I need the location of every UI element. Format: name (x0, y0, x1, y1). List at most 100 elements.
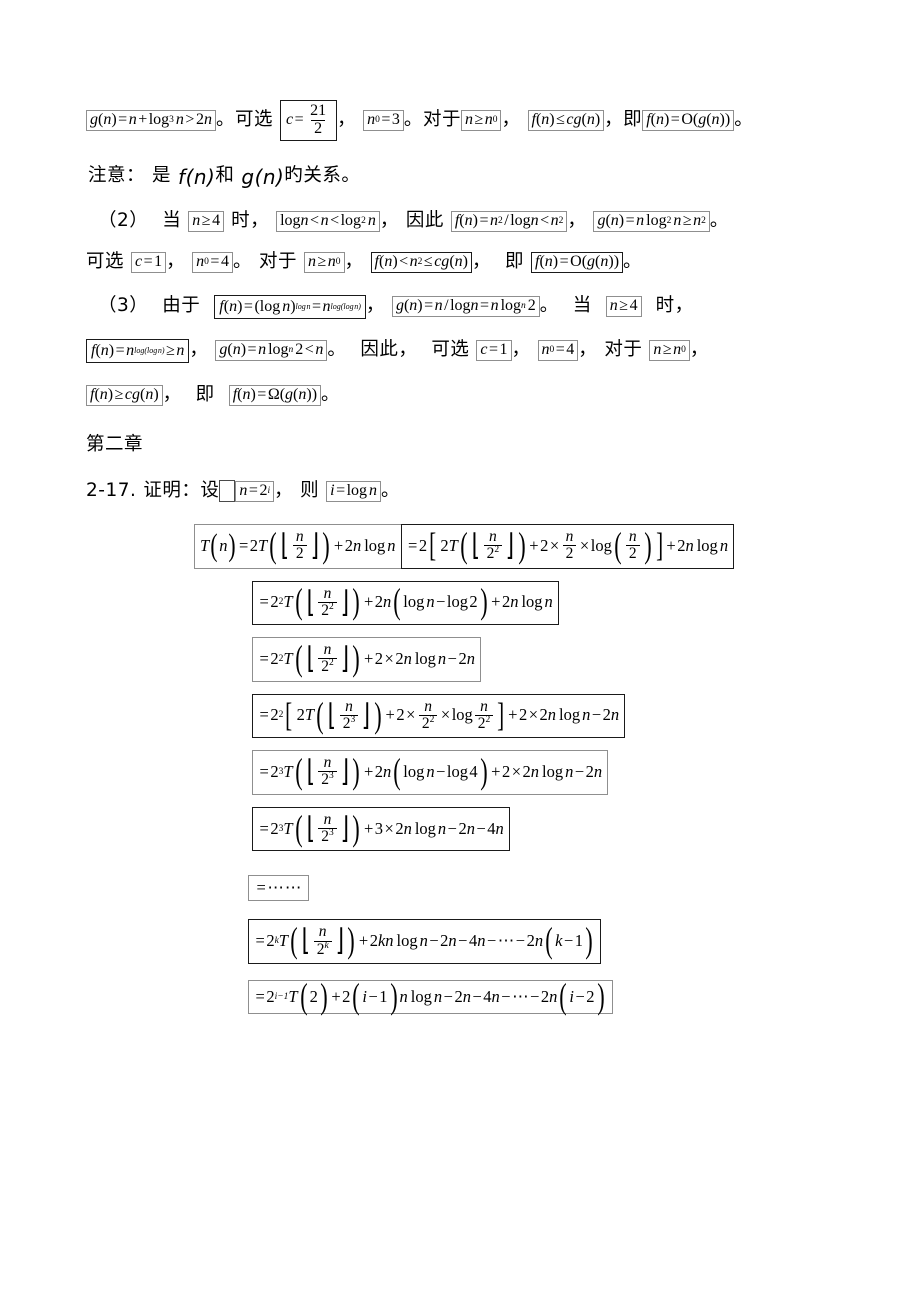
item2-comma-2: ， (567, 209, 587, 231)
equation-c-eq-1-a: c = 1 (131, 251, 167, 273)
equation-step-5: = 2 3 T(⌊ n 23 ⌋) +2 n(log n − log 4) +2 × 2 n log n −2 n (252, 750, 609, 795)
problem-text-ze: 则 (300, 479, 320, 501)
derivation-step-5: = 2 3 T(⌊ n 23 ⌋) +2 n(log n − log 4) +2 × 2 n log n −2 n (86, 750, 846, 795)
derivation-step-2: = 2 2 T(⌊ n 22 ⌋) +2 n(log n − log 2) +2 n log n (86, 580, 846, 626)
derivation-step-8: = 2 k T(⌊ n 2k ⌋) +2 kn log n −2 n −4 n − ⋯ −2 n(k −1) (86, 919, 846, 964)
derivation-step-4: = 2 2[2 T(⌊ n 23 ⌋) +2 × n 22 × log n 22] +2 × 2 n log n −2 n (86, 693, 846, 739)
chapter-heading-text: 第二章 (86, 433, 144, 455)
comma-2: ， (501, 109, 521, 131)
item2-period-2: 。 (232, 250, 252, 272)
equation-g-nlogn: g(n) = n / log n = n log n 2 (391, 296, 540, 318)
punctuation-period-2: 。 (403, 109, 423, 131)
problem-comma: ， (274, 479, 294, 501)
equation-g-nlog2n: g(n) = n log 2 n ≥ n 2 (593, 210, 710, 232)
item2-period-3: 。 (623, 250, 643, 272)
equation-step-1b: = 2[2 T(⌊ n 22 ⌋) +2 × n 2 × log(n 2)] +2 n log n (400, 524, 735, 569)
equation-big-o-1: f(n) = O(g(n)) (642, 109, 735, 131)
problem-label: 证明： (143, 479, 201, 501)
item2-text-dang: 当 (162, 209, 182, 231)
equation-step-4: = 2 2[2 T(⌊ n 23 ⌋) +2 × n 22 × log n 22] +2 × 2 n log n −2 n (252, 693, 626, 739)
derivation-step-9: = 2 i−1 T(2) +2(i −1) n log n −2 n −4 n − ⋯ −2 n(i −2) (86, 978, 846, 1014)
derivation-step-3: = 2 2 T(⌊ n 22 ⌋) +2 × 2 n log n −2 n (86, 637, 846, 682)
item2-text-yinci: 因此 (405, 209, 444, 231)
equation-f-loglog: f(n) = (log n) log n = n log(log n) (214, 294, 366, 319)
note-g-symbol: g(n) (241, 164, 285, 189)
item2-comma-3: ， (166, 250, 186, 272)
equation-step-9: = 2 i−1 T(2) +2(i −1) n log n −2 n −4 n − ⋯ −2 n(i −2) (248, 978, 613, 1014)
note-text-tail: 旳关系。 (284, 165, 361, 187)
item3-text-keyuan: 可选 (431, 339, 470, 361)
item2-comma-1: ， (379, 209, 399, 231)
item3-comma-3: ， (511, 339, 531, 361)
equation-c-value: c = 21 2 (279, 100, 338, 141)
item2-number: （2） (98, 209, 149, 231)
note-text-shi: 是 (152, 165, 172, 187)
problem-statement-line: 2-17. 证明： 设 n = 2 i ， 则 i = log n 。 (86, 479, 846, 503)
item3-text-dang: 当 (572, 295, 592, 317)
equation-step-6: = 2 3 T(⌊ n 23 ⌋) +3 × 2 n log n −2 n −4 n (252, 806, 510, 852)
equation-step-3: = 2 2 T(⌊ n 22 ⌋) +2 × 2 n log n −2 n (252, 637, 481, 682)
item3-line-3: f(n) ≥ cg(n) ， 即 f(n) = Ω(g(n)) 。 (86, 383, 846, 406)
item3-comma-6: ， (162, 383, 182, 405)
equation-n0-eq-4-a: n 0 = 4 (192, 251, 233, 273)
text-keyuan-1: 可选 (234, 109, 273, 131)
item2-comma-5: ， (471, 250, 491, 272)
derivation-step-6: = 2 3 T(⌊ n 23 ⌋) +3 × 2 n log n −2 n −4 n (86, 806, 846, 852)
item3-text-duiyu: 对于 (604, 339, 643, 361)
document-page: g(n) = n + log 3 n >2 n 。 可选 c = 21 2 ， n 0 = 3 。 对于 n… (0, 0, 920, 1302)
note-label: 注意： (88, 165, 146, 187)
text-duiyu-1: 对于 (422, 109, 461, 131)
item2-line-1: （2） 当 n ≥4 时， log n < n < log 2 n ， 因此 f(n) = n 2/l… (86, 209, 846, 232)
equation-f-ge-n: f(n) = n log(log n) ≥ n (86, 338, 190, 363)
equation-placeholder-box (219, 480, 236, 503)
equation-omega: f(n) = Ω(g(n)) (228, 384, 322, 406)
item2-text-keyuan: 可选 (86, 250, 125, 272)
equation-step-ellipsis: = ⋯⋯ (248, 875, 310, 902)
item3-line-2: f(n) = n log(log n) ≥ n ， g(n) = n log n 2 < n 。 因此，… (86, 338, 846, 363)
equation-n0-eq-4-b: n 0 = 4 (537, 340, 579, 362)
item2-text-ji: 即 (504, 250, 524, 272)
equation-f-ge-cg: f(n) ≥ cg(n) (86, 384, 163, 406)
item2-text-shi: 时， (231, 209, 270, 231)
equation-f-lt-n2-le-cg: f(n) < n 2 ≤ cg(n) (370, 251, 472, 273)
equation-n-ge-4-b: n ≥4 (605, 296, 642, 318)
note-line: 注意： 是 f(n) 和 g(n) 旳关系。 (86, 167, 846, 187)
item3-text-youyu: 由于 (162, 295, 201, 317)
equation-step-2: = 2 2 T(⌊ n 22 ⌋) +2 n(log n − log 2) +2 n log n (252, 580, 559, 626)
punctuation-period-1: 。 (215, 109, 235, 131)
item2-line-2: 可选 c = 1 ， n 0 = 4 。 对于 n ≥ n 0 ， f(n) < n 2 ≤ cg(n) … (86, 250, 846, 273)
item3-text-yinci: 因此， (360, 339, 418, 361)
item3-period-2: 。 (327, 339, 347, 361)
problem-text-she: 设 (200, 479, 220, 501)
page-content: g(n) = n + log 3 n >2 n 。 可选 c = 21 2 ， n 0 = 3 。 对于 n… (86, 100, 846, 1014)
comma-3: ， (604, 109, 624, 131)
equation-big-o-2: f(n) = O(g(n)) (531, 251, 624, 273)
item2-comma-4: ， (344, 250, 364, 272)
item3-comma-1: ， (365, 295, 385, 317)
text-ji-1: 即 (623, 109, 643, 131)
punctuation-period-3: 。 (734, 109, 754, 131)
equation-c-eq-1-b: c = 1 (476, 340, 512, 362)
item2-text-duiyu: 对于 (258, 250, 297, 272)
equation-n-ge-n0-2: n ≥ n 0 (303, 251, 345, 273)
note-text-he: 和 (215, 165, 235, 187)
equation-step-8: = 2 k T(⌊ n 2k ⌋) +2 kn log n −2 n −4 n − ⋯ −2 n(k −1) (248, 919, 601, 964)
item3-period-1: 。 (539, 295, 559, 317)
equation-g-bound: g(n) = n + log 3 n >2 n (86, 109, 216, 131)
equation-n-ge-n0-3: n ≥ n 0 (649, 340, 690, 362)
paragraph-line-1: g(n) = n + log 3 n >2 n 。 可选 c = 21 2 ， n 0 = 3 。 对于 n… (86, 100, 846, 141)
equation-f-le-cg: f(n) ≤ cg(n) (527, 109, 605, 131)
equation-i-eq-logn: i = log n (326, 480, 382, 502)
equation-n0-3: n 0 = 3 (363, 109, 404, 131)
derivation-step-1: T(n) = 2 T(⌊ n 2 ⌋) +2 n log n = 2[2 T(⌊ n 22 ⌋) +2 × n 2 × l… (86, 524, 846, 569)
item3-period-3: 。 (321, 383, 341, 405)
item3-text-shi: 时， (655, 295, 694, 317)
problem-period: 。 (381, 479, 401, 501)
item3-comma-5: ， (689, 339, 709, 361)
ellipsis-symbol: ⋯⋯ (267, 878, 303, 898)
equation-f-n2-logn: f(n) = n 2/log n < n 2 (450, 210, 568, 232)
equation-n-ge-4-a: n ≥4 (188, 210, 225, 232)
item3-line-1: （3） 由于 f(n) = (log n) log n = n log(log n) ， g(… (86, 294, 846, 319)
comma-1: ， (337, 109, 357, 131)
derivation-step-7: = ⋯⋯ (86, 875, 846, 902)
